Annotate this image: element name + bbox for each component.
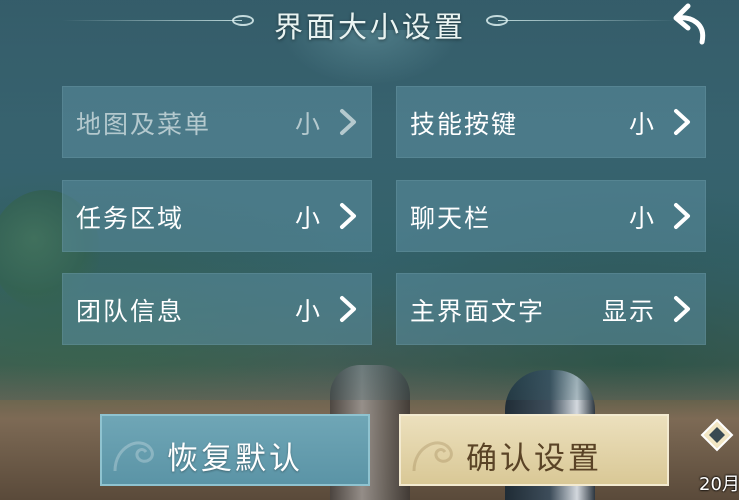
setting-label: 任务区域 <box>76 204 185 233</box>
title-ornament <box>232 15 254 26</box>
setting-value: 显示 <box>601 297 656 326</box>
setting-value: 小 <box>628 110 656 139</box>
chevron-right-icon <box>670 295 694 323</box>
setting-value: 小 <box>294 297 322 326</box>
chevron-right-icon <box>336 108 360 136</box>
confirm-settings-label: 确认设置 <box>466 441 602 477</box>
diamond-icon[interactable] <box>700 418 734 452</box>
badge-label: 20月 <box>699 474 739 495</box>
page-title: 界面大小设置 <box>273 10 466 44</box>
setting-quest-area[interactable]: 任务区域 小 <box>62 180 372 252</box>
restore-default-label: 恢复默认 <box>167 441 303 477</box>
setting-label: 团队信息 <box>76 297 185 326</box>
chevron-right-icon <box>336 202 360 230</box>
restore-default-button[interactable]: 恢复默认 <box>100 414 370 486</box>
setting-skill-keys[interactable]: 技能按键 小 <box>396 86 706 158</box>
setting-value: 小 <box>294 204 322 233</box>
back-button[interactable] <box>662 0 714 48</box>
setting-value: 小 <box>294 110 322 139</box>
chevron-right-icon <box>336 295 360 323</box>
back-arrow-icon <box>673 3 706 45</box>
setting-chat-bar[interactable]: 聊天栏 小 <box>396 180 706 252</box>
chevron-right-icon <box>670 202 694 230</box>
setting-label: 地图及菜单 <box>76 110 212 139</box>
setting-main-ui-text[interactable]: 主界面文字 显示 <box>396 273 706 345</box>
title-divider <box>498 20 678 21</box>
title-bar: 界面大小设置 <box>0 0 739 48</box>
setting-value: 小 <box>628 204 656 233</box>
setting-team-info[interactable]: 团队信息 小 <box>62 273 372 345</box>
setting-map-menu[interactable]: 地图及菜单 小 <box>62 86 372 158</box>
setting-label: 技能按键 <box>410 110 519 139</box>
title-divider <box>62 20 242 21</box>
setting-label: 主界面文字 <box>410 297 546 326</box>
chevron-right-icon <box>670 108 694 136</box>
confirm-settings-button[interactable]: 确认设置 <box>399 414 669 486</box>
setting-label: 聊天栏 <box>410 204 492 233</box>
